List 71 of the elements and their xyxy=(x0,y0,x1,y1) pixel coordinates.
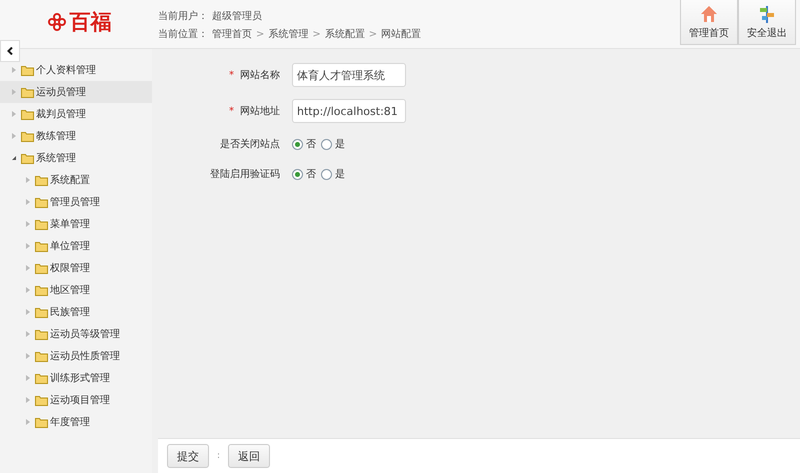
tree-item[interactable]: 单位管理 xyxy=(0,235,152,257)
tree-item[interactable]: 地区管理 xyxy=(0,279,152,301)
breadcrumb-link[interactable]: 系统管理 xyxy=(268,27,308,41)
tree-item[interactable]: 训练形式管理 xyxy=(0,367,152,389)
tree-item[interactable]: 权限管理 xyxy=(0,257,152,279)
folder-icon xyxy=(35,306,48,318)
radio-label: 否 xyxy=(306,168,316,181)
radio-label: 否 xyxy=(306,138,316,151)
radio-label: 是 xyxy=(335,138,345,151)
tree-item[interactable]: 运动员等级管理 xyxy=(0,323,152,345)
tree-item[interactable]: 民族管理 xyxy=(0,301,152,323)
folder-icon xyxy=(35,350,48,362)
breadcrumb-link[interactable]: 系统配置 xyxy=(324,27,365,41)
current-user-name: 超级管理员 xyxy=(212,10,262,23)
folder-icon xyxy=(35,328,48,340)
logo-icon xyxy=(46,12,66,32)
radio-label: 是 xyxy=(335,168,345,181)
signpost-icon xyxy=(757,4,777,24)
breadcrumb-separator: > xyxy=(368,28,378,40)
tree-item[interactable]: 运动项目管理 xyxy=(0,389,152,411)
folder-icon xyxy=(35,372,48,384)
folder-icon xyxy=(35,218,48,230)
folder-icon xyxy=(35,240,48,252)
radio-button[interactable] xyxy=(321,168,332,180)
required-mark: * xyxy=(229,70,234,81)
chevron-left-icon xyxy=(7,47,13,55)
tree-item[interactable]: 个人资料管理 xyxy=(0,59,152,81)
tree-item[interactable]: 管理员管理 xyxy=(0,191,152,213)
logout-button[interactable]: 安全退出 xyxy=(738,0,796,45)
radio-button[interactable] xyxy=(292,138,303,150)
submit-button[interactable]: 提交 xyxy=(167,444,209,468)
text-field[interactable]: 体育人才管理系统 xyxy=(292,63,406,87)
back-button[interactable]: 返回 xyxy=(228,444,270,468)
tree-item[interactable]: 系统配置 xyxy=(0,169,152,191)
breadcrumb-label: 当前位置： xyxy=(158,28,208,41)
field-label: 是否关闭站点 xyxy=(220,139,280,150)
tree-item[interactable]: 年度管理 xyxy=(0,411,152,433)
breadcrumb-link[interactable]: 管理首页 xyxy=(212,27,252,41)
folder-icon xyxy=(35,394,48,406)
text-field[interactable]: http://localhost:81 xyxy=(292,99,406,123)
breadcrumb-link[interactable]: 网站配置 xyxy=(381,27,422,41)
folder-icon xyxy=(21,86,34,98)
folder-icon xyxy=(35,284,48,296)
folder-icon xyxy=(21,130,34,142)
field-label: 登陆启用验证码 xyxy=(210,169,280,180)
folder-icon xyxy=(21,64,34,76)
tree-item[interactable]: 菜单管理 xyxy=(0,213,152,235)
radio-button[interactable] xyxy=(321,138,332,150)
required-mark: * xyxy=(229,106,234,117)
current-user-label: 当前用户： xyxy=(158,10,208,23)
breadcrumb-separator: > xyxy=(312,28,321,40)
house-icon xyxy=(699,4,719,24)
tree-item[interactable]: 系统管理 xyxy=(0,147,152,169)
tree-item[interactable]: 运动员性质管理 xyxy=(0,345,152,367)
home-button[interactable]: 管理首页 xyxy=(680,0,738,45)
folder-icon xyxy=(21,152,34,164)
tree-item[interactable]: 裁判员管理 xyxy=(0,103,152,125)
folder-icon xyxy=(35,262,48,274)
field-label: 网站名称 xyxy=(240,70,280,81)
button-separator: : xyxy=(217,451,220,461)
tree-item[interactable]: 运动员管理 xyxy=(0,81,152,103)
folder-icon xyxy=(35,196,48,208)
folder-icon xyxy=(35,416,48,428)
tree-item[interactable]: 教练管理 xyxy=(0,125,152,147)
collapse-toggle[interactable] xyxy=(0,40,20,62)
field-label: 网站地址 xyxy=(240,106,280,117)
logo-text: 百福 xyxy=(70,9,112,36)
folder-icon xyxy=(21,108,34,120)
radio-button[interactable] xyxy=(292,168,303,180)
folder-icon xyxy=(35,174,48,186)
breadcrumb-separator: > xyxy=(256,28,264,40)
